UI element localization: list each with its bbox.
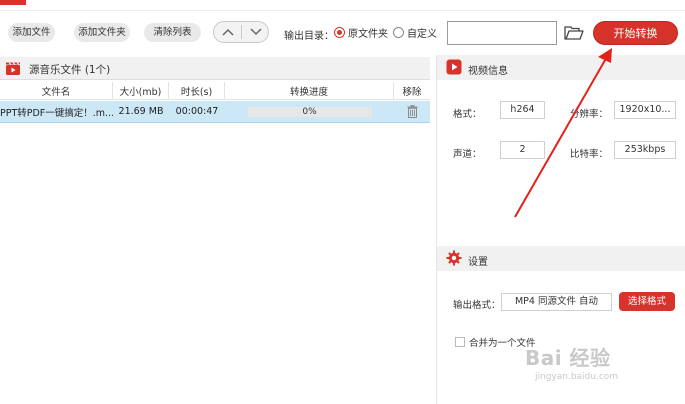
file-list-header: 源音乐文件 (1个)	[0, 57, 430, 80]
play-icon	[446, 59, 462, 75]
add-folder-button[interactable]: 添加文件夹	[74, 23, 130, 42]
radio-source-folder-label: 原文件夹	[348, 29, 388, 40]
add-file-button[interactable]: 添加文件	[8, 23, 55, 42]
file-name-cell: PPT转PDF一键搞定！.m...	[0, 107, 113, 119]
progress-bar: 0%	[247, 106, 372, 117]
column-header-remove: 移除	[402, 86, 422, 98]
resolution-value: 1920x10...	[614, 101, 676, 119]
output-dir-label: 输出目录：	[284, 31, 334, 42]
toolbar: 添加文件 添加文件夹 清除列表 输出目录： 原文件夹 自定义 开始转换	[0, 10, 685, 54]
bitrate-value: 253kbps	[614, 141, 676, 159]
clear-list-button[interactable]: 清除列表	[144, 23, 201, 42]
column-header-progress: 转换进度	[225, 82, 394, 99]
radio-dot	[393, 27, 404, 38]
select-format-button[interactable]: 选择格式	[619, 292, 675, 311]
format-value: h264	[500, 101, 545, 119]
channels-value: 2	[500, 141, 545, 159]
file-list-title: 源音乐文件 (1个)	[29, 64, 111, 76]
remove-cell	[394, 101, 430, 122]
file-list-panel: 源音乐文件 (1个) 文件名 大小(mb) 时长(s) 转换进度 移除 PPT转…	[0, 57, 430, 404]
file-size-cell: 21.69 MB	[118, 106, 164, 117]
column-header-filename: 文件名	[0, 82, 113, 99]
video-info-header: 视频信息	[437, 55, 685, 80]
video-info-title: 视频信息	[468, 66, 508, 77]
file-duration-cell: 00:00:47	[175, 106, 219, 117]
checkbox-box	[455, 337, 465, 347]
merge-checkbox[interactable]: 合并为一个文件	[455, 335, 536, 349]
radio-dot-selected	[334, 27, 345, 38]
radio-custom-label: 自定义	[407, 29, 437, 40]
output-format-value: MP4 同源文件 自动	[501, 293, 612, 311]
move-order-group	[213, 21, 269, 43]
baidu-watermark: Bai 经验 jingyan.baidu.com	[525, 340, 675, 390]
chevron-down-icon	[249, 28, 262, 36]
output-format-label: 输出格式：	[453, 300, 501, 311]
channels-label: 声道：	[453, 149, 482, 160]
chevron-up-icon	[221, 28, 234, 36]
column-header-duration: 时长(s)	[169, 82, 225, 99]
radio-custom[interactable]: 自定义	[393, 25, 437, 40]
gear-icon	[446, 250, 462, 266]
settings-title: 设置	[468, 257, 488, 268]
start-convert-button[interactable]: 开始转换	[593, 21, 678, 45]
progress-cell: 0%	[225, 101, 394, 122]
column-header-size: 大小(mb)	[113, 82, 169, 99]
trash-icon[interactable]	[407, 105, 418, 118]
settings-header: 设置	[437, 246, 685, 271]
output-path-input[interactable]	[447, 21, 557, 45]
resolution-label: 分辨率：	[570, 109, 609, 120]
radio-source-folder[interactable]: 原文件夹	[334, 25, 388, 40]
folder-open-icon[interactable]	[564, 25, 584, 41]
move-up-button[interactable]	[214, 22, 241, 42]
video-clapper-icon	[6, 62, 20, 75]
bitrate-label: 比特率：	[570, 149, 609, 160]
table-header: 文件名 大小(mb) 时长(s) 转换进度 移除	[0, 82, 430, 100]
app-logo	[0, 0, 26, 5]
watermark-url: jingyan.baidu.com	[535, 372, 619, 382]
table-row[interactable]: PPT转PDF一键搞定！.m... 21.69 MB 00:00:47 0%	[0, 101, 430, 123]
watermark-text: Bai 经验	[525, 346, 611, 370]
format-label: 格式：	[453, 109, 482, 120]
move-down-button[interactable]	[242, 22, 269, 42]
